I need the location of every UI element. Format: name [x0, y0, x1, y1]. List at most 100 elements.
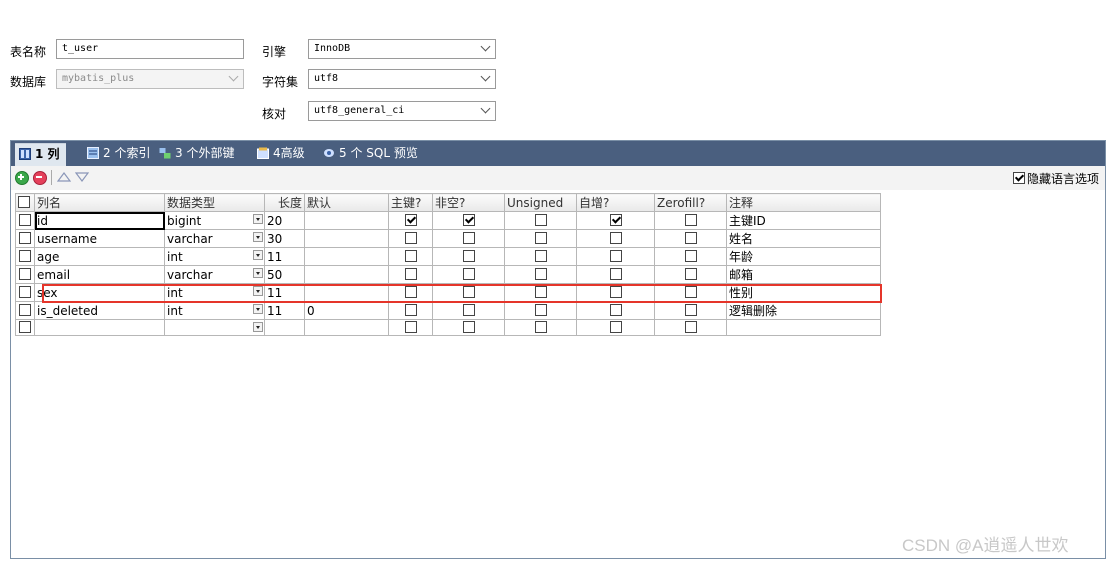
table-row[interactable]: id bigint 20 主键ID [15, 211, 881, 230]
tab-foreign-keys[interactable]: 3 个外部键 [159, 143, 234, 166]
collation-select[interactable]: utf8_general_ci [308, 101, 496, 121]
notnull-checkbox[interactable] [462, 249, 475, 262]
comment-cell[interactable]: 年龄 [726, 247, 881, 266]
autoinc-checkbox[interactable] [609, 213, 622, 226]
data-type-cell[interactable]: varchar [164, 229, 265, 248]
row-select-checkbox[interactable] [19, 303, 31, 316]
pk-cell[interactable] [388, 265, 433, 284]
select-all-checkbox-cell[interactable] [15, 193, 35, 212]
unsigned-cell[interactable] [504, 211, 577, 230]
notnull-cell[interactable] [432, 283, 505, 302]
pk-cell[interactable] [388, 247, 433, 266]
delete-column-button[interactable] [33, 171, 47, 185]
zerofill-checkbox[interactable] [684, 231, 697, 244]
comment-cell[interactable]: 主键ID [726, 211, 881, 230]
type-dropdown-button[interactable] [253, 286, 263, 296]
tab-columns[interactable]: 1 列 [15, 143, 66, 167]
notnull-cell[interactable] [432, 319, 505, 336]
unsigned-checkbox[interactable] [534, 320, 547, 333]
pk-checkbox[interactable] [404, 249, 417, 262]
column-name-cell[interactable]: email [34, 265, 165, 284]
unsigned-checkbox[interactable] [534, 267, 547, 280]
table-row[interactable]: email varchar 50 邮箱 [15, 265, 881, 284]
pk-cell[interactable] [388, 211, 433, 230]
row-select-checkbox[interactable] [19, 249, 31, 262]
zerofill-checkbox[interactable] [684, 303, 697, 316]
table-row[interactable]: age int 11 年龄 [15, 247, 881, 266]
column-name-cell[interactable]: age [34, 247, 165, 266]
comment-cell[interactable] [726, 319, 881, 336]
length-cell[interactable] [264, 319, 305, 336]
data-type-cell[interactable]: bigint [164, 211, 265, 230]
unsigned-checkbox[interactable] [534, 249, 547, 262]
unsigned-cell[interactable] [504, 229, 577, 248]
autoinc-cell[interactable] [576, 229, 655, 248]
default-cell[interactable] [304, 229, 389, 248]
default-cell[interactable] [304, 211, 389, 230]
autoinc-cell[interactable] [576, 265, 655, 284]
notnull-cell[interactable] [432, 301, 505, 320]
autoinc-cell[interactable] [576, 319, 655, 336]
table-row[interactable]: sex int 11 性别 [15, 283, 881, 302]
table-row[interactable]: username varchar 30 姓名 [15, 229, 881, 248]
table-row[interactable] [15, 319, 881, 336]
column-name-cell[interactable]: is_deleted [34, 301, 165, 320]
autoinc-checkbox[interactable] [609, 231, 622, 244]
hide-language-checkbox[interactable] [1012, 172, 1025, 184]
notnull-cell[interactable] [432, 247, 505, 266]
row-select-cell[interactable] [15, 301, 35, 320]
pk-checkbox[interactable] [404, 231, 417, 244]
data-type-cell[interactable]: int [164, 283, 265, 302]
autoinc-checkbox[interactable] [609, 303, 622, 316]
comment-cell[interactable]: 邮箱 [726, 265, 881, 284]
table-name-input[interactable]: t_user [56, 39, 244, 59]
row-select-checkbox[interactable] [19, 320, 31, 333]
unsigned-checkbox[interactable] [534, 231, 547, 244]
length-cell[interactable]: 11 [264, 247, 305, 266]
row-select-cell[interactable] [15, 229, 35, 248]
pk-cell[interactable] [388, 319, 433, 336]
unsigned-checkbox[interactable] [534, 303, 547, 316]
pk-checkbox[interactable] [404, 267, 417, 280]
autoinc-checkbox[interactable] [609, 249, 622, 262]
move-up-icon[interactable] [57, 172, 71, 182]
table-row[interactable]: is_deleted int 11 0 逻辑删除 [15, 301, 881, 320]
autoinc-cell[interactable] [576, 247, 655, 266]
autoinc-cell[interactable] [576, 301, 655, 320]
row-select-cell[interactable] [15, 265, 35, 284]
type-dropdown-button[interactable] [253, 250, 263, 260]
zerofill-checkbox[interactable] [684, 267, 697, 280]
pk-cell[interactable] [388, 229, 433, 248]
zerofill-checkbox[interactable] [684, 285, 697, 298]
autoinc-cell[interactable] [576, 283, 655, 302]
row-select-cell[interactable] [15, 211, 35, 230]
zerofill-cell[interactable] [654, 301, 727, 320]
pk-checkbox[interactable] [404, 320, 417, 333]
default-cell[interactable] [304, 265, 389, 284]
column-name-cell[interactable]: id [34, 211, 165, 230]
comment-cell[interactable]: 逻辑删除 [726, 301, 881, 320]
notnull-cell[interactable] [432, 211, 505, 230]
pk-cell[interactable] [388, 283, 433, 302]
zerofill-cell[interactable] [654, 229, 727, 248]
data-type-cell[interactable] [164, 319, 265, 336]
type-dropdown-button[interactable] [253, 232, 263, 242]
length-cell[interactable]: 30 [264, 229, 305, 248]
zerofill-cell[interactable] [654, 211, 727, 230]
unsigned-cell[interactable] [504, 247, 577, 266]
unsigned-cell[interactable] [504, 301, 577, 320]
row-select-checkbox[interactable] [19, 285, 31, 298]
comment-cell[interactable]: 性别 [726, 283, 881, 302]
default-cell[interactable] [304, 247, 389, 266]
comment-cell[interactable]: 姓名 [726, 229, 881, 248]
tab-advanced[interactable]: 4高级 [257, 143, 305, 166]
notnull-cell[interactable] [432, 265, 505, 284]
notnull-checkbox[interactable] [462, 285, 475, 298]
row-select-cell[interactable] [15, 283, 35, 302]
type-dropdown-button[interactable] [253, 268, 263, 278]
row-select-checkbox[interactable] [19, 267, 31, 280]
autoinc-cell[interactable] [576, 211, 655, 230]
tab-indexes[interactable]: 2 个索引 [87, 143, 150, 166]
row-select-checkbox[interactable] [19, 231, 31, 244]
zerofill-cell[interactable] [654, 247, 727, 266]
